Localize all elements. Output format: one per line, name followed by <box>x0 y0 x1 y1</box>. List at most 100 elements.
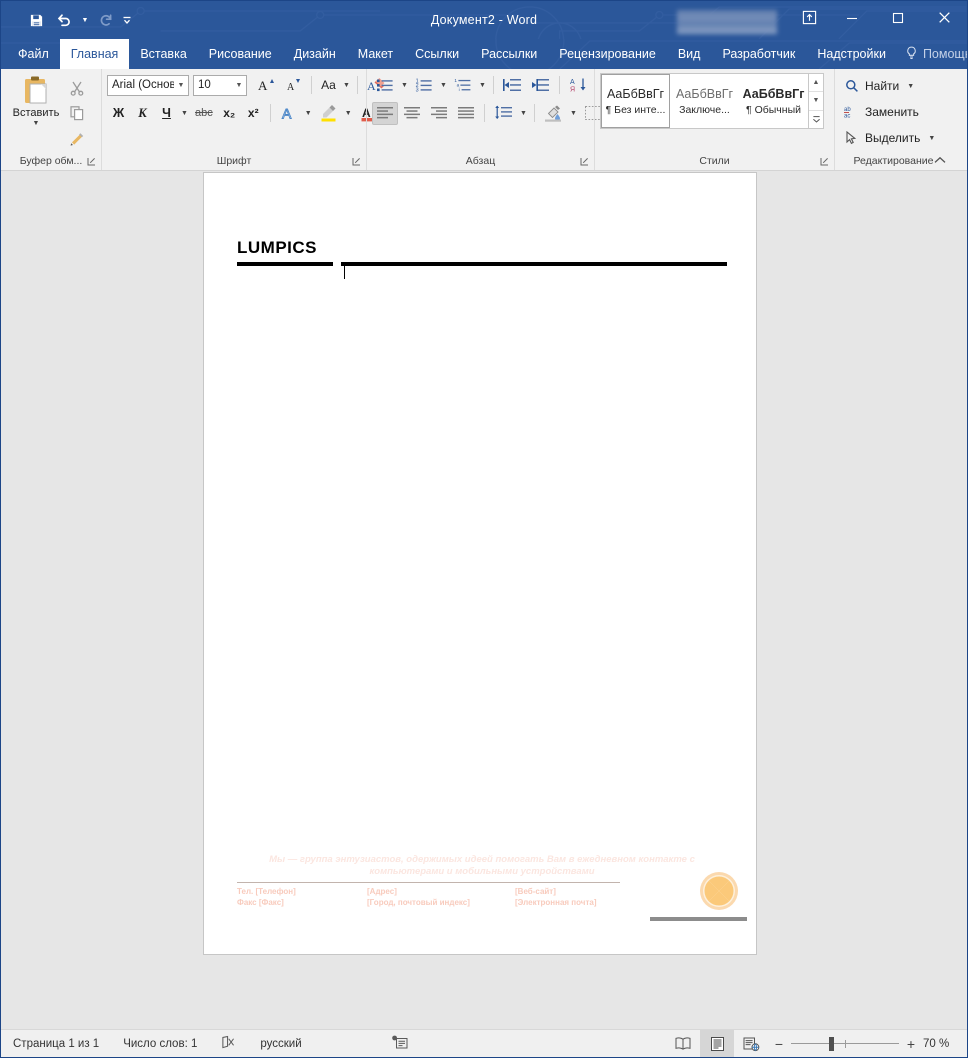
superscript-button[interactable]: x² <box>242 102 265 125</box>
shrink-font-button[interactable]: A <box>280 74 306 97</box>
text-effects-dropdown-icon[interactable]: ▼ <box>303 102 314 125</box>
page-indicator[interactable]: Страница 1 из 1 <box>1 1030 111 1057</box>
tab-insert[interactable]: Вставка <box>129 39 197 69</box>
tab-home[interactable]: Главная <box>60 39 130 69</box>
line-spacing-button[interactable] <box>490 102 517 125</box>
status-bar: Страница 1 из 1 Число слов: 1 русский <box>1 1029 967 1057</box>
status-bar-right: − + 70 % <box>666 1030 967 1057</box>
maximize-icon[interactable] <box>875 1 921 34</box>
macro-recording[interactable] <box>314 1030 420 1057</box>
chevron-down-icon[interactable]: ▼ <box>174 82 188 89</box>
tab-view[interactable]: Вид <box>667 39 712 69</box>
multilevel-list-button[interactable]: 1ai <box>450 74 476 97</box>
tab-developer[interactable]: Разработчик <box>711 39 806 69</box>
clipboard-small-buttons <box>66 73 88 149</box>
read-mode-view-button[interactable] <box>666 1030 700 1057</box>
web-layout-view-button[interactable] <box>734 1030 768 1057</box>
underline-dropdown-icon[interactable]: ▼ <box>179 102 190 125</box>
zoom-in-button[interactable]: + <box>906 1036 916 1052</box>
strikethrough-button[interactable]: abc <box>191 102 217 125</box>
shading-button[interactable] <box>540 102 567 125</box>
change-case-dropdown-icon[interactable]: ▼ <box>341 74 352 97</box>
bullets-button[interactable] <box>372 74 398 97</box>
bullets-dropdown-icon[interactable]: ▼ <box>399 74 410 97</box>
paragraph-dialog-launcher[interactable] <box>580 157 590 167</box>
font-size-combo[interactable]: 10 ▼ <box>193 75 247 96</box>
sort-button[interactable]: АЯ <box>565 74 592 97</box>
header-rule-group <box>237 262 727 266</box>
tab-mailings[interactable]: Рассылки <box>470 39 548 69</box>
justify-button[interactable] <box>453 102 479 125</box>
highlight-dropdown-icon[interactable]: ▼ <box>343 102 354 125</box>
zoom-control: − + 70 % <box>768 1036 967 1052</box>
underline-button[interactable]: Ч <box>155 102 178 125</box>
document-workspace[interactable]: LUMPICS Мы — группа энтузиастов, одержим… <box>1 171 967 1029</box>
increase-indent-button[interactable] <box>527 74 554 97</box>
styles-group-label: Стили <box>595 153 834 170</box>
style-item-normal[interactable]: АаБбВвГг ¶ Обычный <box>739 74 808 128</box>
font-name-combo[interactable]: Arial (Основ ▼ <box>107 75 189 96</box>
align-left-button[interactable] <box>372 102 398 125</box>
select-button[interactable]: Выделить ▼ <box>840 127 935 149</box>
zoom-level-label[interactable]: 70 % <box>923 1038 957 1050</box>
styles-scroll-down-icon[interactable]: ▼ <box>809 92 823 110</box>
svg-text:A: A <box>282 106 292 122</box>
tab-file[interactable]: Файл <box>7 39 60 69</box>
select-dropdown-icon[interactable]: ▼ <box>928 135 935 142</box>
italic-button[interactable]: К <box>131 102 154 125</box>
close-icon[interactable] <box>921 1 967 34</box>
chevron-down-icon[interactable]: ▼ <box>232 82 246 89</box>
tab-references[interactable]: Ссылки <box>404 39 470 69</box>
clipboard-dialog-launcher[interactable] <box>87 157 97 167</box>
find-dropdown-icon[interactable]: ▼ <box>907 83 914 90</box>
numbering-button[interactable]: 123 <box>411 74 437 97</box>
zoom-slider-thumb[interactable] <box>829 1037 834 1051</box>
styles-more-icon[interactable] <box>809 111 823 128</box>
grow-font-button[interactable]: A <box>253 74 279 97</box>
cut-icon[interactable] <box>66 77 88 99</box>
multilevel-dropdown-icon[interactable]: ▼ <box>477 74 488 97</box>
zoom-out-button[interactable]: − <box>774 1036 784 1052</box>
numbering-dropdown-icon[interactable]: ▼ <box>438 74 449 97</box>
font-dialog-launcher[interactable] <box>352 157 362 167</box>
print-layout-view-button[interactable] <box>700 1030 734 1057</box>
change-case-button[interactable]: Aa <box>317 74 340 97</box>
bold-button[interactable]: Ж <box>107 102 130 125</box>
line-spacing-dropdown-icon[interactable]: ▼ <box>518 102 529 125</box>
tab-layout[interactable]: Макет <box>347 39 404 69</box>
format-painter-icon[interactable] <box>66 127 88 149</box>
style-item-no-spacing[interactable]: АаБбВвГг ¶ Без инте... <box>601 74 670 128</box>
tab-draw[interactable]: Рисование <box>198 39 283 69</box>
document-footer[interactable]: Мы — группа энтузиастов, одержимых идеей… <box>237 854 727 909</box>
language-indicator[interactable]: русский <box>248 1030 313 1057</box>
tab-list: Файл Главная Вставка Рисование Дизайн Ма… <box>1 39 897 69</box>
find-button[interactable]: Найти ▼ <box>840 75 914 97</box>
proofing-status[interactable] <box>209 1030 248 1057</box>
document-page[interactable]: LUMPICS Мы — группа энтузиастов, одержим… <box>203 172 757 955</box>
replace-button[interactable]: abac Заменить <box>840 101 919 123</box>
collapse-ribbon-icon[interactable] <box>934 156 946 168</box>
tab-addins[interactable]: Надстройки <box>806 39 897 69</box>
text-effects-button[interactable]: A <box>276 102 302 125</box>
decrease-indent-button[interactable] <box>499 74 526 97</box>
tab-review[interactable]: Рецензирование <box>548 39 667 69</box>
shading-dropdown-icon[interactable]: ▼ <box>568 102 579 125</box>
zoom-slider[interactable] <box>791 1037 899 1051</box>
style-name: Заключе... <box>679 104 730 116</box>
word-count[interactable]: Число слов: 1 <box>111 1030 209 1057</box>
align-right-button[interactable] <box>426 102 452 125</box>
paste-dropdown-icon[interactable]: ▼ <box>33 120 40 128</box>
document-header[interactable]: LUMPICS <box>237 238 727 266</box>
align-center-button[interactable] <box>399 102 425 125</box>
copy-icon[interactable] <box>66 102 88 124</box>
styles-dialog-launcher[interactable] <box>820 157 830 167</box>
tab-design[interactable]: Дизайн <box>283 39 347 69</box>
ribbon-display-options-icon[interactable] <box>789 1 829 34</box>
tell-me-search[interactable]: Помощн <box>897 46 967 63</box>
subscript-button[interactable]: x₂ <box>218 102 241 125</box>
highlight-button[interactable] <box>315 102 342 125</box>
paste-button[interactable]: Вставить ▼ <box>6 73 66 128</box>
minimize-icon[interactable] <box>829 1 875 34</box>
style-item-conclusion[interactable]: АаБбВвГг Заключе... <box>670 74 739 128</box>
styles-scroll-up-icon[interactable]: ▲ <box>809 74 823 92</box>
